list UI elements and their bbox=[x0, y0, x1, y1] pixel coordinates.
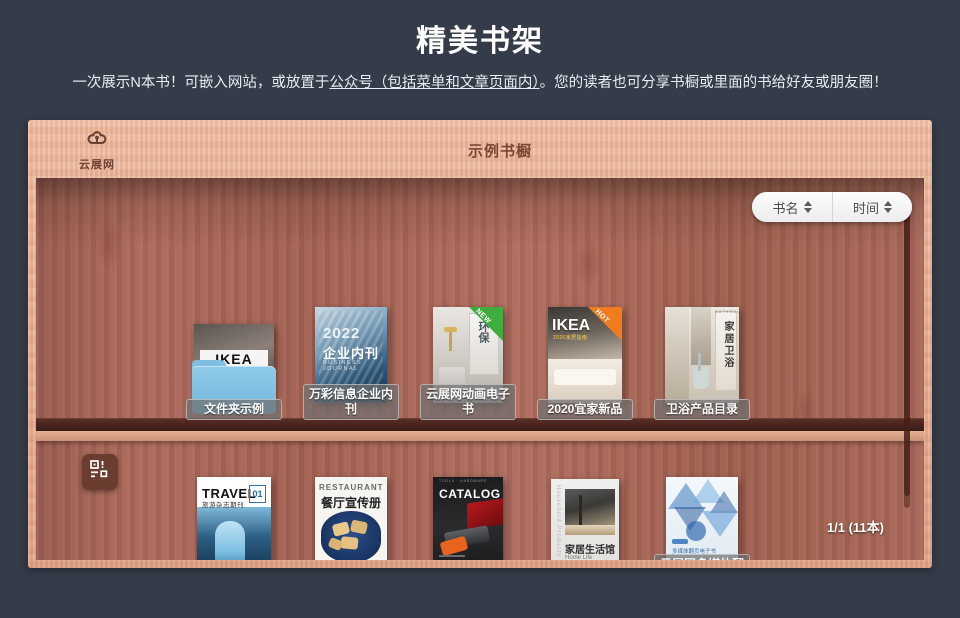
book-label: 云展网多媒体翻页书 bbox=[654, 554, 750, 560]
cover-subtitle: BATHROOM bbox=[715, 309, 739, 314]
cover-subtitle: Home Life bbox=[565, 555, 593, 560]
cover-title: IKEA bbox=[552, 317, 591, 334]
scrollbar-thumb[interactable] bbox=[904, 196, 910, 496]
vertical-scrollbar[interactable] bbox=[904, 196, 910, 508]
shelf-plank-face-1 bbox=[36, 431, 924, 441]
cover-subtitle-2: BUSINESS JOURNAL bbox=[323, 360, 363, 372]
book-label: 2020宜家新品 bbox=[537, 399, 633, 420]
qr-code-button[interactable] bbox=[82, 454, 118, 490]
cover-subtitle: 2020家居指南 bbox=[553, 335, 588, 341]
cover-title: CATALOG bbox=[439, 487, 501, 501]
cover-title: 家居卫浴 bbox=[722, 321, 733, 369]
book-item-folder[interactable]: IKEA 文件夹示例 bbox=[176, 306, 292, 420]
book-item-2[interactable]: 环保 NEW 云展网动画电子书 bbox=[410, 306, 526, 420]
sort-by-time[interactable]: 时间 bbox=[832, 192, 912, 222]
book-label: 卫浴产品目录 bbox=[654, 399, 750, 420]
wood-knot bbox=[96, 218, 122, 272]
wood-knot bbox=[576, 238, 600, 288]
book-item-7[interactable]: CATALOG TOOLS · HARDWARE 五金产品目录 bbox=[410, 476, 526, 560]
cover-issue-number: 01 bbox=[252, 489, 263, 499]
sort-controls: 书名 时间 bbox=[752, 192, 912, 222]
sort-by-name-label: 书名 bbox=[772, 200, 799, 216]
shelf-top-bar bbox=[28, 120, 932, 178]
cover-title: RESTAURANT bbox=[319, 483, 384, 492]
cover-title: 2022 bbox=[323, 325, 361, 342]
page-subtitle: 一次展示N本书！可嵌入网站，或放置于公众号（包括菜单和文章页面内）。您的读者也可… bbox=[0, 72, 960, 94]
badge-new: NEW bbox=[469, 307, 503, 341]
page-header: 精美书架 一次展示N本书！可嵌入网站，或放置于公众号（包括菜单和文章页面内）。您… bbox=[0, 0, 960, 94]
cover-side-text: Household Products bbox=[555, 485, 561, 558]
book-label: 云展网动画电子书 bbox=[420, 384, 516, 420]
book-item-1[interactable]: 2022 企业内刊 BUSINESS JOURNAL 万彩信息企业内刊 bbox=[293, 306, 409, 420]
book-label: 文件夹示例 bbox=[186, 399, 282, 420]
qr-code-icon bbox=[89, 459, 111, 486]
page-title: 精美书架 bbox=[416, 25, 544, 58]
book-item-8[interactable]: Household Products 家居生活馆 Home Life 家居产品目… bbox=[527, 476, 643, 560]
sort-arrows-icon bbox=[884, 201, 892, 213]
subtitle-text-post: 。您的读者也可分享书橱或里面的书给好友或朋友圈！ bbox=[539, 75, 888, 91]
book-item-3[interactable]: IKEA 2020家居指南 HOT 2020宜家新品 bbox=[527, 306, 643, 420]
cover-title: 家居生活馆 bbox=[565, 545, 615, 556]
cover-subtitle: TOOLS · HARDWARE bbox=[439, 479, 487, 483]
book-item-5[interactable]: TRAVEL 旅游杂志期刊 01 旅游杂志期刊 bbox=[176, 476, 292, 560]
sort-by-name[interactable]: 书名 bbox=[752, 192, 832, 222]
badge-hot: HOT bbox=[588, 307, 622, 341]
cover-subtitle: 旅游杂志期刊 bbox=[202, 502, 244, 509]
book-label: 万彩信息企业内刊 bbox=[303, 384, 399, 420]
subtitle-link[interactable]: 公众号（包括菜单和文章页面内） bbox=[329, 75, 539, 91]
cover-subtitle: 餐厅宣传册 bbox=[320, 496, 381, 510]
shelf-interior: IKEA 文件夹示例 2022 企业内刊 BUSINESS JOURNAL 万彩… bbox=[36, 178, 924, 560]
book-item-4[interactable]: 家居卫浴 BATHROOM 卫浴产品目录 bbox=[644, 306, 760, 420]
bookshelf-widget: 云展网 示例书橱 输入书名搜索 IKEA 文件夹示例 2022 企业内刊 BUS… bbox=[28, 120, 932, 568]
page-count: 1/1 (11本) bbox=[826, 520, 884, 535]
sort-by-time-label: 时间 bbox=[852, 200, 879, 216]
book-item-6[interactable]: RESTAURANT 餐厅宣传册 餐厅宣传册 bbox=[293, 476, 409, 560]
sort-arrows-icon bbox=[803, 201, 812, 213]
book-item-9[interactable]: 多媒体翻页电子书 云展网多媒体翻页书 bbox=[644, 476, 760, 560]
subtitle-text-pre: 一次展示N本书！可嵌入网站，或放置于 bbox=[72, 75, 330, 91]
